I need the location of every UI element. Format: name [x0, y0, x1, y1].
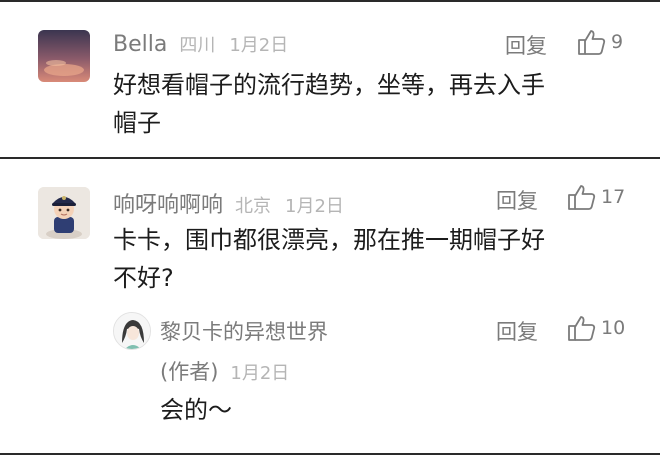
comment-date: 1月2日	[229, 35, 289, 56]
reply-text: 会的～	[160, 396, 232, 424]
like-count: 10	[601, 317, 626, 339]
like-button[interactable]: 17	[567, 183, 625, 211]
comment-text: 卡卡，围巾都很漂亮，那在推一期帽子好 不好?	[113, 221, 545, 297]
avatar[interactable]	[38, 30, 90, 82]
like-button[interactable]: 9	[577, 28, 623, 56]
comment-author[interactable]: 响呀响啊响	[113, 187, 223, 219]
like-count: 17	[601, 186, 626, 208]
thumbs-up-icon	[567, 183, 597, 211]
comment-text-line: 好想看帽子的流行趋势，坐等，再去入手	[113, 71, 545, 99]
comment-location: 四川	[179, 35, 216, 56]
reply-date: 1月2日	[230, 363, 290, 384]
avatar[interactable]	[38, 187, 90, 239]
reply-button[interactable]: 回复	[496, 316, 538, 346]
thumbs-up-icon	[567, 314, 597, 342]
reply-author[interactable]: 黎贝卡的异想世界	[160, 316, 328, 346]
author-avatar[interactable]	[113, 312, 151, 350]
like-button[interactable]: 10	[567, 314, 625, 342]
thumbs-up-icon	[577, 28, 607, 56]
comment-text: 好想看帽子的流行趋势，坐等，再去入手 帽子	[113, 66, 545, 142]
comment-text-line: 卡卡，围巾都很漂亮，那在推一期帽子好	[113, 226, 545, 254]
comment-text-line: 不好?	[113, 264, 174, 292]
reply-button[interactable]: 回复	[496, 185, 538, 215]
comment-location: 北京	[235, 196, 272, 217]
comment-item: 响呀响啊响 北京 1月2日 回复 17 卡卡，围巾都很漂亮，那在推一期帽子好 不…	[0, 159, 660, 453]
comment-date: 1月2日	[285, 196, 344, 217]
reply-button[interactable]: 回复	[505, 30, 547, 60]
comment-item: Bella 四川 1月2日 回复 9 好想看帽子的流行趋势，坐等，再去入手 帽子	[0, 0, 660, 157]
author-tag: (作者)	[160, 360, 219, 384]
comment-text-line: 帽子	[113, 109, 161, 137]
comment-author[interactable]: Bella	[113, 32, 167, 57]
like-count: 9	[611, 31, 624, 53]
